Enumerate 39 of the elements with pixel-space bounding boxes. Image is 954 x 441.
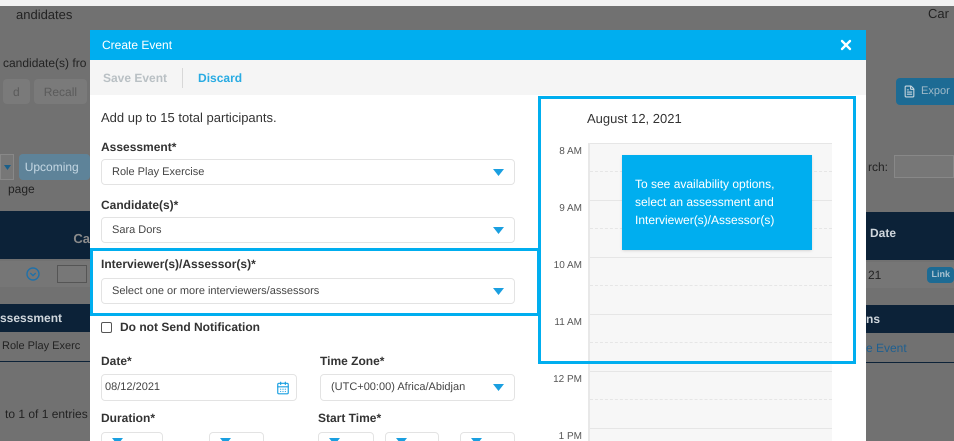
page-title: Car [928,6,950,22]
field-label: Interviewer(s)/Assessor(s)* [101,257,257,271]
select-field[interactable]: (UTC+00:00) Africa/Abidjan [320,374,515,401]
field-label: Start Time* [318,411,382,425]
column-header: ssessment [0,310,62,327]
table-cell-text: Role Play Exerc [2,339,80,354]
field-label: Time Zone* [320,354,386,368]
intro-text: Add up to 15 total participants. [101,110,278,126]
hour-label: 9 AM [559,203,582,215]
instruction-text: candidate(s) fro [3,56,88,70]
date-field[interactable]: 08/12/2021 [101,374,297,401]
field-label: Assessment* [101,140,178,154]
table-cell-text: 21 [868,267,882,284]
checkbox-label: Do not Send Notification [120,319,260,336]
availability-notice: To see availability options, select an assessment and Interviewer(s)/Assessor(s) [622,155,812,250]
hour-label: 8 AM [559,146,582,158]
link-button[interactable]: Link [927,267,954,283]
page-text: page [8,182,36,196]
filter-button[interactable]: Upcoming [18,154,90,180]
hour-label: 10 AM [554,260,582,272]
field-label: Candidate(s)* [101,198,180,212]
hour-label: 12 PM [553,374,582,386]
search-label: rch: [868,158,888,176]
dialog-title: Create Event [102,37,172,54]
select-field[interactable]: Select one or more interviewers/assessors [101,278,515,304]
field-label: Date* [101,354,133,368]
page-title: andidates [16,7,74,22]
select-field[interactable]: Sara Dors [101,217,515,243]
hour-label: 1 PM [558,431,582,441]
column-header: ns [866,311,880,328]
hour-label: 11 AM [554,317,582,329]
column-header: Date [870,226,896,240]
calendar-date: August 12, 2021 [587,111,683,127]
export-button[interactable]: Expor [896,78,954,105]
column-header: Ca [73,230,90,248]
entries-info: to 1 of 1 entries [5,406,89,423]
select-field[interactable]: Role Play Exercise [101,159,515,185]
toolbar-button[interactable]: Discard [198,68,242,86]
field-label: Duration* [101,411,156,425]
